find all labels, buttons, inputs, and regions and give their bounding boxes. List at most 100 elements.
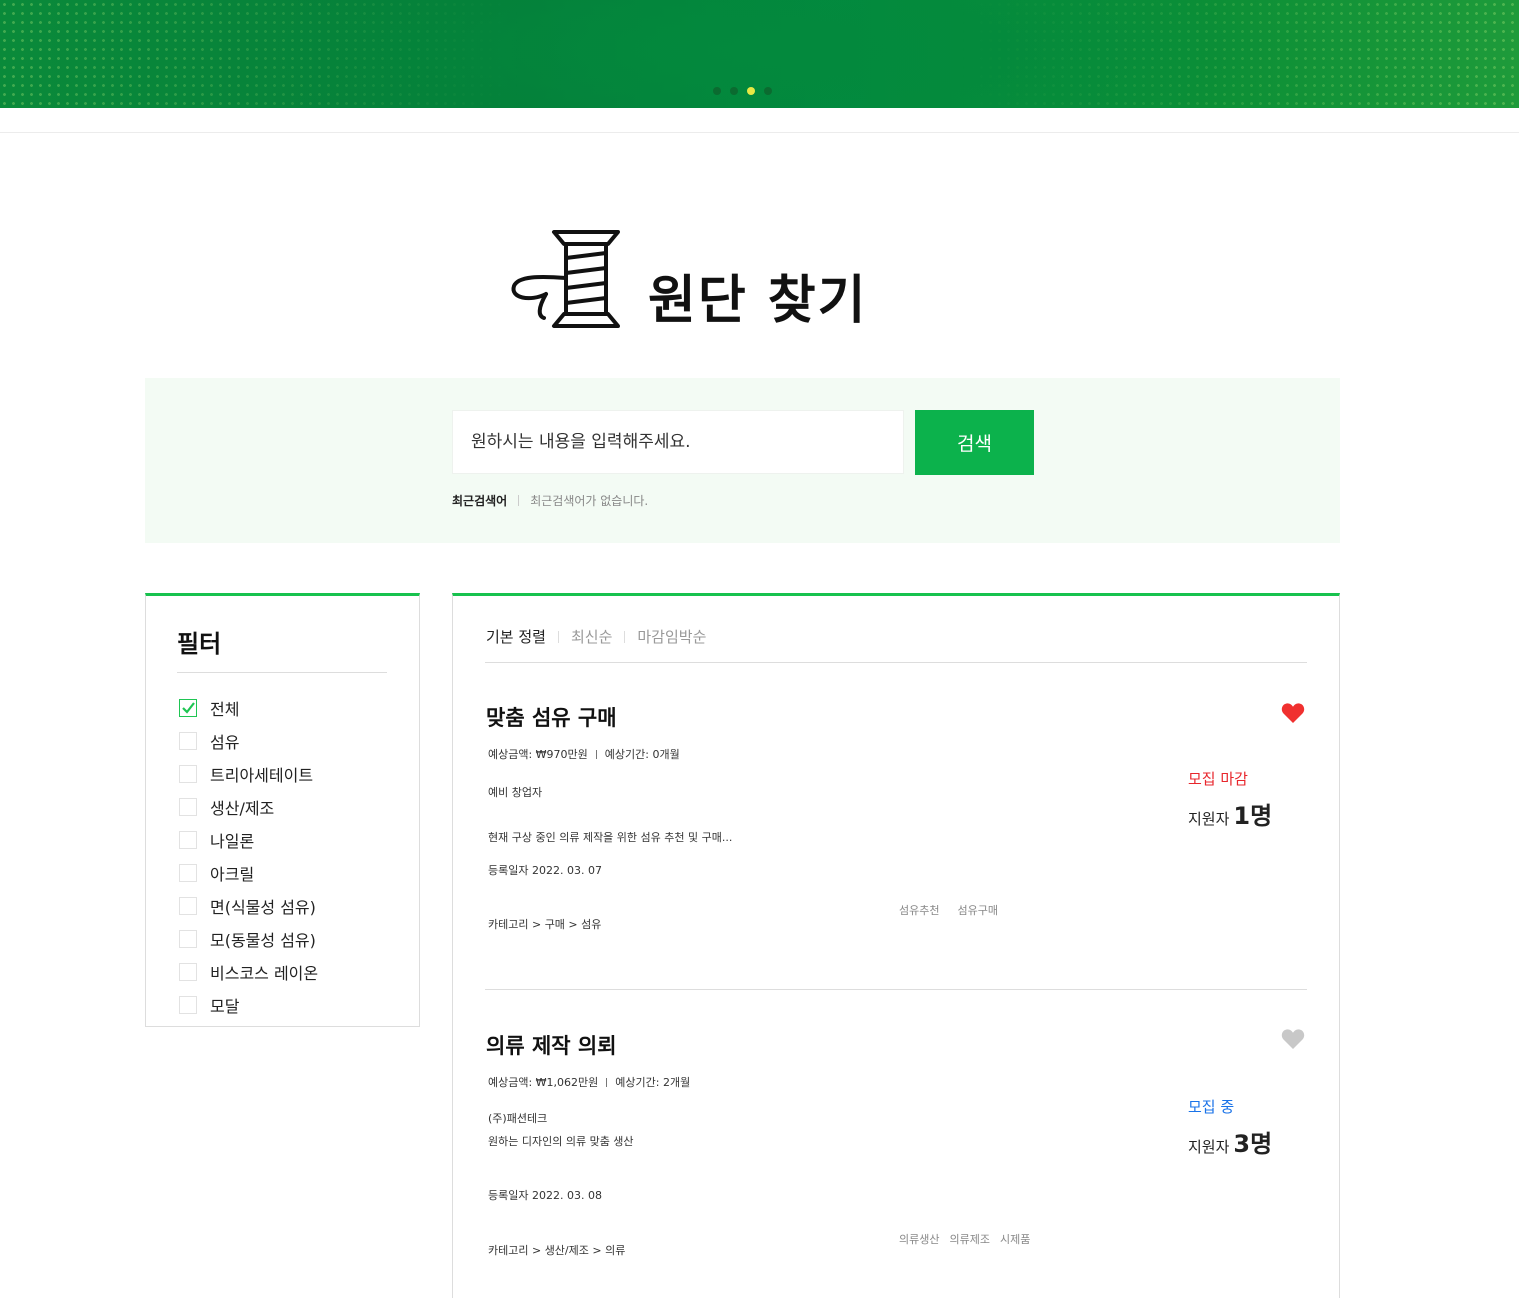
listing-description: 현재 구상 중인 의류 제작을 위한 섬유 추천 및 구매... <box>488 831 733 844</box>
filter-label: 아크릴 <box>210 864 255 884</box>
filter-label: 비스코스 레이온 <box>210 963 319 983</box>
search-input[interactable] <box>452 410 904 474</box>
status-badge: 모집 마감 <box>1188 770 1248 788</box>
applicants-label: 지원자 <box>1188 1138 1230 1156</box>
listing-panel: 기본 정렬 최신순 마감임박순 맞춤 섬유 구매 예상금액: ₩970만원 예상… <box>452 593 1340 1298</box>
checkbox[interactable] <box>179 731 197 750</box>
checkbox[interactable] <box>179 896 197 915</box>
status-badge: 모집 중 <box>1188 1098 1235 1116</box>
filter-label: 나일론 <box>210 831 255 851</box>
tag[interactable]: 섬유구매 <box>957 902 997 918</box>
header-divider <box>0 132 1519 133</box>
filter-item-triacetate[interactable]: 트리아세테이트 <box>179 757 318 790</box>
filter-item-viscose[interactable]: 비스코스 레이온 <box>179 955 318 988</box>
listing-tags: 섬유추천 섬유구매 <box>899 902 998 918</box>
checkbox[interactable] <box>179 929 197 948</box>
checkbox[interactable] <box>179 962 197 981</box>
listing-tags: 의류생산 의류제조 시제품 <box>899 1231 1030 1247</box>
filter-label: 면(식물성 섬유) <box>210 897 316 917</box>
tag[interactable]: 시제품 <box>1000 1231 1030 1247</box>
filter-item-all[interactable]: 전체 <box>179 691 318 724</box>
listing-meta: 예상금액: ₩970만원 예상기간: 0개월 <box>488 746 680 762</box>
filter-item-fiber[interactable]: 섬유 <box>179 724 318 757</box>
sort-deadline[interactable]: 마감임박순 <box>637 626 706 647</box>
listing-registered-date: 등록일자 2022. 03. 07 <box>488 864 602 877</box>
filter-item-production[interactable]: 생산/제조 <box>179 790 318 823</box>
card-divider <box>485 989 1307 990</box>
listing-description: 원하는 디자인의 의류 맞춤 생산 <box>488 1135 634 1148</box>
banner-pattern-right <box>959 0 1519 108</box>
listing-price: 예상금액: ₩1,062만원 <box>488 1076 599 1089</box>
listing-company: (주)패션테크 <box>488 1112 548 1125</box>
sort-newest[interactable]: 최신순 <box>571 626 612 647</box>
pagination-dot-4[interactable] <box>764 87 772 95</box>
checkbox[interactable] <box>179 764 197 783</box>
divider <box>518 495 520 506</box>
checkbox[interactable] <box>179 830 197 849</box>
listing-registered-date: 등록일자 2022. 03. 08 <box>488 1189 602 1202</box>
recent-searches-label: 최근검색어 <box>452 494 508 508</box>
divider <box>557 630 559 643</box>
listing-category: 카테고리 > 구매 > 섬유 <box>488 918 602 931</box>
listing-meta: 예상금액: ₩1,062만원 예상기간: 2개월 <box>488 1074 690 1090</box>
listing-period: 예상기간: 0개월 <box>604 748 680 761</box>
sort-default[interactable]: 기본 정렬 <box>486 626 546 647</box>
filter-title: 필터 <box>177 630 222 658</box>
filter-panel: 필터 전체 섬유 트리아세테이트 생산/제조 나일론 아크릴 면(식물성 섬유)… <box>145 593 420 1027</box>
sort-bar: 기본 정렬 최신순 마감임박순 <box>486 626 706 647</box>
tag[interactable]: 섬유추천 <box>899 902 939 918</box>
filter-item-cotton[interactable]: 면(식물성 섬유) <box>179 889 318 922</box>
pagination-dot-3[interactable] <box>747 87 755 95</box>
listing-company: 예비 창업자 <box>488 786 543 799</box>
divider <box>624 630 626 643</box>
filter-item-modal[interactable]: 모달 <box>179 988 318 1021</box>
banner-pagination[interactable] <box>713 87 772 95</box>
search-button[interactable]: 검색 <box>915 410 1034 475</box>
listing-period: 예상기간: 2개월 <box>615 1076 691 1089</box>
divider <box>606 1077 608 1087</box>
filter-item-wool[interactable]: 모(동물성 섬유) <box>179 922 318 955</box>
divider <box>595 749 597 759</box>
page-title: 원단 찾기 <box>648 270 868 331</box>
applicants-number: 3명 <box>1233 1130 1273 1158</box>
heart-icon[interactable] <box>1281 702 1305 724</box>
listing-price: 예상금액: ₩970만원 <box>488 748 588 761</box>
banner-pattern-left <box>0 0 520 108</box>
filter-divider <box>177 672 387 673</box>
applicant-count: 지원자 3명 <box>1188 1124 1272 1159</box>
sort-divider <box>485 662 1307 663</box>
applicants-label: 지원자 <box>1188 810 1230 828</box>
hero-banner <box>0 0 1519 108</box>
filter-label: 섬유 <box>210 732 240 752</box>
heart-icon[interactable] <box>1281 1028 1305 1050</box>
tag[interactable]: 의류제조 <box>949 1231 989 1247</box>
recent-searches: 최근검색어 최근검색어가 없습니다. <box>452 492 648 509</box>
filter-item-acrylic[interactable]: 아크릴 <box>179 856 318 889</box>
checkbox-checked[interactable] <box>179 698 197 717</box>
page-header: 원단 찾기 <box>510 228 870 332</box>
listing-title[interactable]: 맞춤 섬유 구매 <box>486 702 617 732</box>
thread-spool-icon <box>511 230 620 328</box>
filter-label: 트리아세테이트 <box>210 765 314 785</box>
applicant-count: 지원자 1명 <box>1188 796 1272 831</box>
checkbox[interactable] <box>179 995 197 1014</box>
listing-card[interactable]: 맞춤 섬유 구매 예상금액: ₩970만원 예상기간: 0개월 예비 창업자 현… <box>485 696 1307 976</box>
filter-label: 모(동물성 섬유) <box>210 930 316 950</box>
checkbox[interactable] <box>179 797 197 816</box>
pagination-dot-1[interactable] <box>713 87 721 95</box>
search-section: 검색 최근검색어 최근검색어가 없습니다. <box>145 378 1340 543</box>
filter-item-nylon[interactable]: 나일론 <box>179 823 318 856</box>
filter-list: 전체 섬유 트리아세테이트 생산/제조 나일론 아크릴 면(식물성 섬유) 모(… <box>179 691 318 1021</box>
filter-label: 생산/제조 <box>210 798 275 818</box>
listing-title[interactable]: 의류 제작 의뢰 <box>486 1030 617 1060</box>
listing-category: 카테고리 > 생산/제조 > 의류 <box>488 1244 626 1257</box>
applicants-number: 1명 <box>1233 802 1273 830</box>
recent-searches-empty: 최근검색어가 없습니다. <box>530 494 649 508</box>
filter-label: 전체 <box>210 699 240 719</box>
check-icon <box>182 701 195 714</box>
checkbox[interactable] <box>179 863 197 882</box>
filter-label: 모달 <box>210 996 240 1016</box>
tag[interactable]: 의류생산 <box>899 1231 939 1247</box>
pagination-dot-2[interactable] <box>730 87 738 95</box>
listing-card[interactable]: 의류 제작 의뢰 예상금액: ₩1,062만원 예상기간: 2개월 (주)패션테… <box>485 1024 1307 1294</box>
